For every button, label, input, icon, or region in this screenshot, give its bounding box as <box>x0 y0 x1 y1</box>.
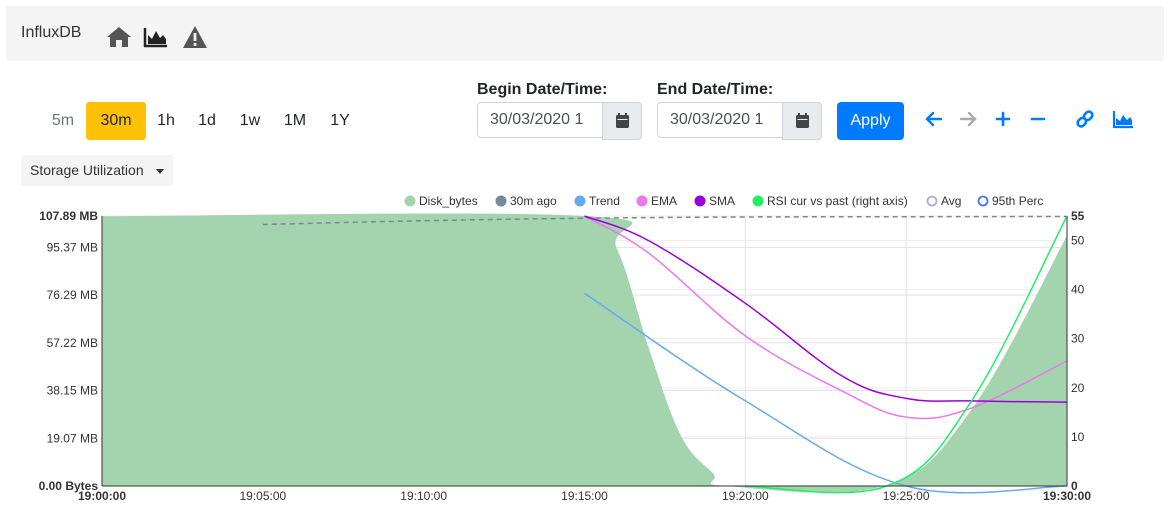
x-tick-label: 19:10:00 <box>400 489 447 503</box>
range-1Y[interactable]: 1Y <box>322 102 358 140</box>
warning-icon[interactable] <box>182 25 208 49</box>
legend-label: Trend <box>589 194 620 208</box>
legend-marker <box>752 195 764 207</box>
home-icon[interactable] <box>106 25 132 49</box>
link-icon[interactable] <box>1074 108 1096 130</box>
storage-chart: 0.00 Bytes19.07 MB38.15 MB57.22 MB76.29 … <box>39 194 1092 503</box>
legend-label: EMA <box>651 194 677 208</box>
metric-dropdown-label: Storage Utilization <box>30 162 144 178</box>
begin-date-label: Begin Date/Time: <box>477 81 608 98</box>
end-date-label: End Date/Time: <box>657 81 774 98</box>
legend-label: 30m ago <box>510 194 557 208</box>
legend-label: RSI cur vs past (right axis) <box>767 194 908 208</box>
calendar-icon <box>796 113 809 128</box>
y2-tick-label: 10 <box>1071 430 1085 444</box>
y2-tick-label: 50 <box>1071 234 1085 248</box>
x-tick-label: 19:05:00 <box>239 489 286 503</box>
begin-calendar-button[interactable] <box>602 102 642 140</box>
range-1h[interactable]: 1h <box>149 102 183 140</box>
end-calendar-button[interactable] <box>782 102 822 140</box>
y2-tick-label: 20 <box>1071 381 1085 395</box>
legend-marker <box>694 195 706 207</box>
arrow-right-icon[interactable] <box>957 108 979 130</box>
range-1M[interactable]: 1M <box>276 102 314 140</box>
range-1d[interactable]: 1d <box>190 102 224 140</box>
legend-label: Disk_bytes <box>419 194 478 208</box>
y-tick-label: 95.37 MB <box>47 240 98 254</box>
chart-series <box>102 213 1068 494</box>
legend-marker <box>636 195 648 207</box>
legend-marker <box>574 195 586 207</box>
y-tick-label: 57.22 MB <box>47 336 98 350</box>
y-tick-label: 38.15 MB <box>47 384 98 398</box>
minus-icon[interactable] <box>1027 108 1049 130</box>
series-disk-bytes <box>102 213 1067 493</box>
area-chart-icon[interactable] <box>1112 108 1134 130</box>
y-tick-label: 76.29 MB <box>47 288 98 302</box>
navbar: InfluxDB <box>6 6 1164 61</box>
y2-tick-label: 40 <box>1071 283 1085 297</box>
x-tick-label: 19:00:00 <box>78 489 126 503</box>
x-tick-label: 19:25:00 <box>883 489 930 503</box>
legend-label: Avg <box>941 194 961 208</box>
legend-marker <box>404 195 416 207</box>
y-tick-label: 107.89 MB <box>39 209 98 223</box>
x-tick-label: 19:30:00 <box>1043 489 1091 503</box>
chart-legend: Disk_bytes 30m ago Trend EMA SMA RSI cur vs p… <box>404 194 1043 208</box>
apply-button[interactable]: Apply <box>837 102 904 140</box>
x-tick-label: 19:20:00 <box>722 489 769 503</box>
legend-label: SMA <box>709 194 735 208</box>
range-5m[interactable]: 5m <box>43 102 83 140</box>
y2-tick-label: 30 <box>1071 332 1085 346</box>
legend-marker <box>977 195 989 207</box>
y2-tick-label: 55 <box>1071 209 1085 223</box>
legend-label: 95th Perc <box>992 194 1043 208</box>
range-1w[interactable]: 1w <box>232 102 268 140</box>
arrow-left-icon[interactable] <box>923 108 945 130</box>
legend-marker <box>495 195 507 207</box>
x-tick-label: 19:15:00 <box>561 489 608 503</box>
y-tick-label: 19.07 MB <box>47 431 98 445</box>
area-chart-icon[interactable] <box>143 25 169 49</box>
end-date-input[interactable] <box>657 102 783 138</box>
calendar-icon <box>616 113 629 128</box>
legend-marker <box>926 195 938 207</box>
metric-dropdown[interactable]: Storage Utilization <box>21 155 173 186</box>
range-30m[interactable]: 30m <box>86 102 146 140</box>
begin-date-input[interactable] <box>477 102 603 138</box>
caret-down-icon <box>156 169 164 174</box>
brand[interactable]: InfluxDB <box>21 24 81 42</box>
plus-icon[interactable] <box>992 108 1014 130</box>
